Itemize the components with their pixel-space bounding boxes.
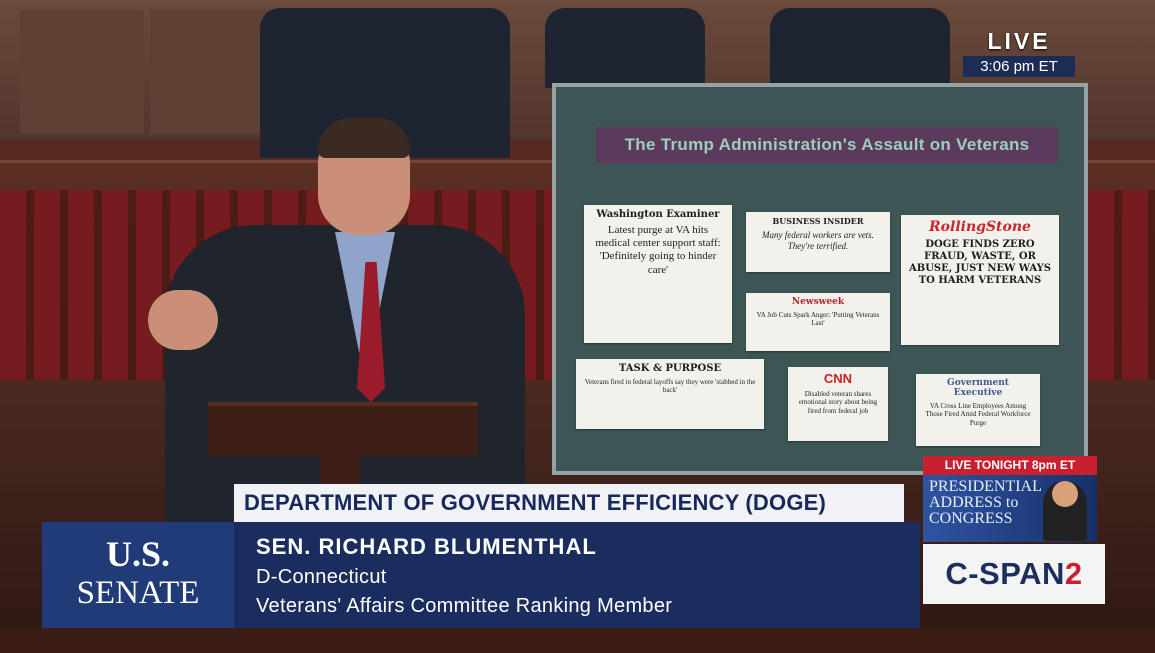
speaker-party: D-Connecticut xyxy=(256,566,387,588)
network-number: 2 xyxy=(1064,556,1083,591)
network-logo: C-SPAN2 xyxy=(923,544,1105,604)
clip-headline: Disabled veteran shares emotional story … xyxy=(798,390,878,415)
wall-panel xyxy=(20,10,144,134)
speaker-hair xyxy=(318,118,410,158)
news-clip: Washington Examiner Latest purge at VA h… xyxy=(584,205,732,343)
speaker-name: SEN. RICHARD BLUMENTHAL xyxy=(256,534,597,559)
clip-headline: Latest purge at VA hits medical center s… xyxy=(595,224,721,276)
topic-banner: DEPARTMENT OF GOVERNMENT EFFICIENCY (DOG… xyxy=(234,484,904,522)
news-clip: Government Executive VA Cross Line Emplo… xyxy=(916,374,1040,446)
network-name: C-SPAN xyxy=(945,556,1065,591)
clip-publication: RollingStone xyxy=(929,219,1031,235)
poster-board: The Trump Administration's Assault on Ve… xyxy=(552,83,1088,475)
senate-logo: U.S. SENATE xyxy=(42,522,234,628)
clip-publication: Washington Examiner xyxy=(596,209,720,220)
clip-publication: CNN xyxy=(823,371,853,386)
promo-heading: LIVE TONIGHT 8pm ET xyxy=(923,456,1097,475)
board-title: The Trump Administration's Assault on Ve… xyxy=(596,127,1058,163)
clip-publication: BUSINESS INSIDER xyxy=(772,216,864,226)
clip-headline: VA Cross Line Employees Among Those Fire… xyxy=(925,402,1031,427)
promo-person-face xyxy=(1052,481,1078,507)
clip-publication: TASK & PURPOSE xyxy=(618,363,722,374)
promo-text: PRESIDENTIAL ADDRESS to CONGRESS xyxy=(929,478,1042,527)
clip-publication: Government Executive xyxy=(947,378,1009,398)
wall-panel xyxy=(150,10,274,134)
clip-headline: DOGE FINDS ZERO FRAUD, WASTE, OR ABUSE, … xyxy=(908,239,1052,286)
live-label: LIVE xyxy=(987,28,1051,54)
background-person xyxy=(545,8,705,88)
speaker-hand xyxy=(148,290,218,350)
speaker-role: Veterans' Affairs Committee Ranking Memb… xyxy=(256,595,673,617)
lectern xyxy=(208,402,478,456)
news-clip: CNN Disabled veteran shares emotional st… xyxy=(788,367,888,441)
clip-headline: VA Job Cuts Spark Anger: 'Putting Vetera… xyxy=(756,311,880,328)
background-person xyxy=(770,8,950,88)
clip-publication: Newsweek xyxy=(791,297,845,307)
speaker-banner: SEN. RICHARD BLUMENTHAL D-Connecticut Ve… xyxy=(234,522,920,628)
promo-image: PRESIDENTIAL ADDRESS to CONGRESS xyxy=(923,475,1097,542)
promo-box: LIVE TONIGHT 8pm ET PRESIDENTIAL ADDRESS… xyxy=(923,456,1097,542)
live-time: 3:06 pm ET xyxy=(963,56,1075,77)
foreground-desk xyxy=(0,628,1155,653)
live-indicator: LIVE 3:06 pm ET xyxy=(963,28,1075,82)
senate-logo-line1: U.S. xyxy=(105,534,171,574)
news-clip: Newsweek VA Job Cuts Spark Anger: 'Putti… xyxy=(746,293,890,351)
senate-logo-line2: SENATE xyxy=(76,575,200,611)
clip-headline: Many federal workers are vets. They're t… xyxy=(762,230,874,251)
video-frame: The Trump Administration's Assault on Ve… xyxy=(0,0,1155,653)
clip-headline: Veterans fired in federal layoffs say th… xyxy=(584,378,756,395)
news-clip: BUSINESS INSIDER Many federal workers ar… xyxy=(746,212,890,272)
news-clip: RollingStone DOGE FINDS ZERO FRAUD, WAST… xyxy=(901,215,1059,345)
news-clip: TASK & PURPOSE Veterans fired in federal… xyxy=(576,359,764,429)
